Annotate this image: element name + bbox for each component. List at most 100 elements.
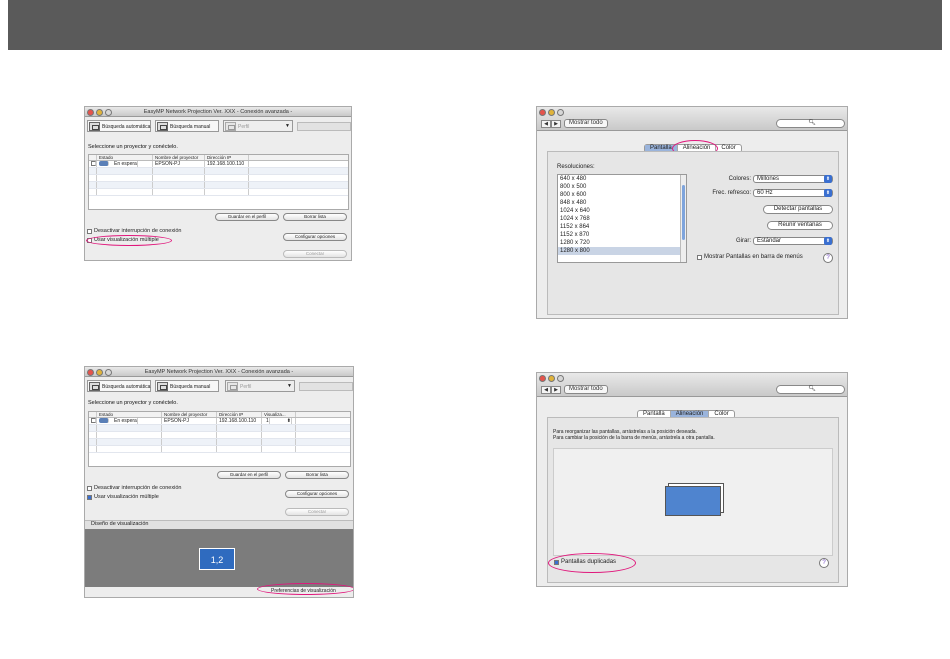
search-input[interactable]: 🔍︎: [776, 119, 845, 128]
save-profile-button[interactable]: Guardar en el perfil: [215, 213, 279, 221]
forward-icon[interactable]: ▶: [551, 386, 561, 394]
projector-icon: [99, 418, 109, 424]
forward-icon[interactable]: ▶: [551, 120, 561, 128]
set-options-button[interactable]: Configurar opciones: [283, 233, 347, 241]
minimize-icon[interactable]: [548, 374, 555, 382]
zoom-icon[interactable]: [557, 374, 564, 382]
col-status: Estado: [97, 155, 153, 160]
col-display: Visualiza...: [262, 412, 296, 417]
resolution-item[interactable]: 1280 x 800: [558, 247, 686, 255]
table-row-empty: [89, 182, 348, 189]
resolutions-label: Resoluciones:: [557, 164, 595, 170]
mirrored-monitor[interactable]: [665, 486, 721, 516]
close-icon[interactable]: [539, 374, 546, 382]
minimize-icon[interactable]: [548, 108, 555, 116]
disable-interrupt-checkbox[interactable]: [87, 485, 92, 491]
menubar-label: Mostrar Pantallas en barra de menús: [704, 254, 803, 260]
col-ip: Dirección IP: [205, 155, 249, 160]
menubar-checkbox[interactable]: [697, 254, 702, 260]
connect-button[interactable]: Conectar: [285, 508, 349, 516]
profile-icon: [227, 382, 238, 391]
zoom-icon[interactable]: [557, 108, 564, 116]
disable-interrupt-option[interactable]: Desactivar interrupción de conexión: [87, 485, 181, 491]
scroll-thumb[interactable]: [682, 185, 685, 240]
stepper-icon[interactable]: ⬍: [285, 418, 292, 424]
disable-interrupt-label: Desactivar interrupción de conexión: [94, 228, 182, 234]
search-input[interactable]: 🔍︎: [776, 385, 845, 394]
multi-display-option[interactable]: Usar visualización múltiple: [87, 494, 159, 500]
search-icon: 🔍︎: [808, 120, 816, 126]
multi-display-label: Usar visualización múltiple: [94, 494, 159, 500]
chevron-down-icon: ▼: [285, 123, 290, 129]
monitor-label: 1,2: [210, 555, 224, 565]
show-all-button[interactable]: Mostrar todo: [564, 385, 608, 394]
manual-search-label: Búsqueda manual: [170, 383, 211, 390]
close-icon[interactable]: [539, 108, 546, 116]
clear-list-button[interactable]: Borrar lista: [285, 471, 349, 479]
highlight-ring: [257, 583, 353, 595]
display-prefs-window-bottom: ◀ ▶ Mostrar todo 🔍︎ Pantalla Alineación C…: [536, 372, 848, 587]
resolution-item[interactable]: 800 x 500: [558, 183, 686, 191]
help-icon[interactable]: ?: [823, 253, 833, 263]
disable-interrupt-option[interactable]: Desactivar interrupción de conexión: [87, 228, 181, 234]
auto-search-icon: [89, 382, 100, 391]
row-status: En espera: [112, 161, 138, 167]
monitor-thumbnail[interactable]: 1,2: [199, 548, 235, 570]
resolution-item[interactable]: 1024 x 768: [558, 215, 686, 223]
auto-search-label: Búsqueda automática: [102, 383, 151, 390]
disable-interrupt-checkbox[interactable]: [87, 228, 92, 234]
back-icon[interactable]: ◀: [541, 120, 551, 128]
show-all-button[interactable]: Mostrar todo: [564, 119, 608, 128]
auto-search-icon: [89, 122, 100, 131]
row-name: EPSON-PJ: [162, 418, 217, 424]
menubar-option[interactable]: Mostrar Pantallas en barra de menús: [697, 254, 803, 260]
back-icon[interactable]: ◀: [541, 386, 551, 394]
resolution-item[interactable]: 800 x 600: [558, 191, 686, 199]
window-title: EasyMP Network Projection Ver. XXX - Con…: [143, 109, 293, 115]
zoom-icon[interactable]: [105, 368, 112, 376]
refresh-select[interactable]: 60 Hz: [753, 189, 833, 197]
chevron-down-icon: ▼: [287, 383, 292, 389]
resolution-item[interactable]: 1280 x 720: [558, 239, 686, 247]
highlight-ring: [86, 235, 172, 246]
table-row[interactable]: En espera EPSON-PJ 192.168.100.110: [89, 161, 348, 168]
save-profile-button[interactable]: Guardar en el perfil: [217, 471, 281, 479]
table-row[interactable]: En espera EPSON-PJ 192.168.100.110 1 ⬍: [89, 418, 350, 425]
resolution-item[interactable]: 640 x 480: [558, 175, 686, 183]
row-checkbox[interactable]: [91, 418, 96, 424]
set-options-button[interactable]: Configurar opciones: [285, 490, 349, 498]
resolution-item[interactable]: 1024 x 640: [558, 207, 686, 215]
close-icon[interactable]: [87, 108, 94, 116]
rotate-select[interactable]: Estándar: [753, 237, 833, 245]
multi-display-checkbox[interactable]: [87, 494, 92, 500]
row-checkbox[interactable]: [91, 161, 96, 167]
zoom-icon[interactable]: [105, 108, 112, 116]
profile-label: Perfil: [238, 123, 250, 130]
projector-table: Estado Nombre del proyector Dirección IP…: [88, 411, 351, 467]
resolution-item[interactable]: 1152 x 870: [558, 231, 686, 239]
row-display[interactable]: 1: [264, 418, 270, 424]
resolution-list[interactable]: 640 x 480 800 x 500 800 x 600 848 x 480 1024…: [557, 174, 687, 263]
resolution-item[interactable]: 1152 x 864: [558, 223, 686, 231]
select-prompt: Seleccione un proyector y conéctelo.: [88, 400, 178, 406]
minimize-icon[interactable]: [96, 108, 103, 116]
window-titlebar: ◀ ▶ Mostrar todo 🔍︎: [537, 107, 847, 131]
auto-search-label: Búsqueda automática: [102, 123, 151, 130]
row-ip: 192.168.100.110: [205, 161, 249, 167]
minimize-icon[interactable]: [96, 368, 103, 376]
resolution-item[interactable]: 848 x 480: [558, 199, 686, 207]
detect-displays-button[interactable]: Detectar pantallas: [763, 205, 833, 214]
table-row-empty: [89, 425, 350, 432]
scrollbar[interactable]: [680, 175, 686, 262]
arrange-instruction-2: Para cambiar la posición de la barra de …: [553, 435, 715, 441]
clear-list-button[interactable]: Borrar lista: [283, 213, 347, 221]
col-name: Nombre del proyector: [162, 412, 217, 417]
connect-button[interactable]: Conectar: [283, 250, 347, 258]
close-icon[interactable]: [87, 368, 94, 376]
row-ip: 192.168.100.110: [217, 418, 262, 424]
layout-label: Diseño de visualización: [85, 520, 353, 529]
page-header-bar: [8, 0, 942, 50]
colors-select[interactable]: Millones: [753, 175, 833, 183]
help-icon[interactable]: ?: [819, 558, 829, 568]
gather-windows-button[interactable]: Reunir ventanas: [767, 221, 833, 230]
